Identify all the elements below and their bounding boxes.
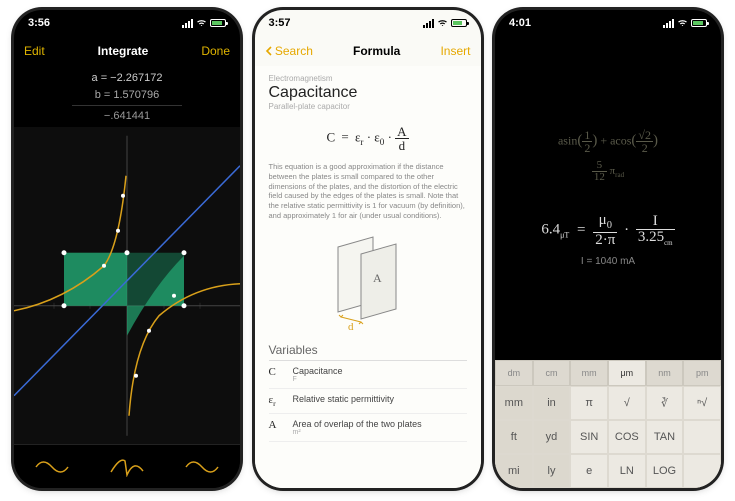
signal-icon [182,19,193,28]
wave-icon[interactable] [35,457,69,477]
svg-text:A: A [373,271,382,285]
wave-icon[interactable] [185,457,219,477]
done-button[interactable]: Done [201,44,230,58]
var-symbol: A [269,419,293,436]
battery-icon [210,19,226,27]
formula-content[interactable]: Electromagnetism Capacitance Parallel-pl… [255,66,481,488]
value-a: a = −2.267172 [14,70,240,87]
clock: 4:01 [509,17,531,29]
subheading: Parallel-plate capacitor [269,102,467,111]
key-ft[interactable]: ft [495,420,533,454]
page-title: Integrate [98,44,149,58]
status-icons [423,19,467,28]
tab-mm[interactable]: mm [570,360,608,386]
bottom-toolbar [14,444,240,488]
status-bar: 4:01 [495,10,721,36]
var-row[interactable]: A Area of overlap of the two platesm² [269,414,467,442]
status-bar: 3:57 [255,10,481,36]
tab-pm[interactable]: pm [683,360,721,386]
wifi-icon [437,19,448,27]
keypad: dm cm mm μm nm pm mm in π √ ∛ ⁿ√ ft yd S… [495,360,721,488]
back-button[interactable]: Search [265,44,313,58]
key-tan[interactable]: TAN [646,420,684,454]
key-mi[interactable]: mi [495,454,533,488]
screen-integrate: 3:56 Edit Integrate Done a = −2.267172 b… [14,10,240,488]
var-row[interactable]: εr Relative static permittivity [269,389,467,414]
key-mm[interactable]: mm [495,386,533,420]
clock: 3:57 [269,17,291,29]
expr-history: asin(12) + acos(√22) [558,129,658,154]
category: Electromagnetism [269,74,467,83]
integration-values: a = −2.267172 b = 1.570796 −.641441 [14,66,240,127]
key-yd[interactable]: yd [533,420,571,454]
key-cos[interactable]: COS [608,420,646,454]
formula-display: C = εr · ε0 · Ad [269,111,467,162]
status-icons [663,19,707,28]
screen-calculator: 4:01 asin(12) + acos(√22) 512 πrad 6.4μT… [495,10,721,488]
expr-current: 6.4μT = μ02·π · I3.25cm [541,213,674,248]
navbar: Search Formula Insert [255,36,481,66]
value-result: −.641441 [14,106,240,125]
key-e[interactable]: e [570,454,608,488]
heading: Capacitance [269,84,467,102]
key-nroot[interactable]: ⁿ√ [683,386,721,420]
graph-canvas[interactable] [14,127,240,445]
key-pi[interactable]: π [570,386,608,420]
navbar: Edit Integrate Done [14,36,240,66]
tab-dm[interactable]: dm [495,360,533,386]
variables-heading: Variables [269,343,467,361]
wifi-icon [196,19,207,27]
page-title: Formula [353,44,400,58]
key-log[interactable]: LOG [646,454,684,488]
screen-formula: 3:57 Search Formula Insert Electromagnet… [255,10,481,488]
signal-icon [423,19,434,28]
value-b: b = 1.570796 [72,87,182,107]
insert-button[interactable]: Insert [440,44,470,58]
var-symbol: C [269,366,293,383]
key-cbrt[interactable]: ∛ [646,386,684,420]
display-area[interactable]: asin(12) + acos(√22) 512 πrad 6.4μT = μ0… [495,36,721,360]
battery-icon [691,19,707,27]
key-ln[interactable]: LN [608,454,646,488]
var-symbol: εr [269,394,293,408]
key-in[interactable]: in [533,386,571,420]
battery-icon [451,19,467,27]
tab-um[interactable]: μm [608,360,646,386]
svg-text:d: d [348,321,354,332]
signal-icon [663,19,674,28]
key-sin[interactable]: SIN [570,420,608,454]
unit-tabs: dm cm mm μm nm pm [495,360,721,386]
key-grid: mm in π √ ∛ ⁿ√ ft yd SIN COS TAN mi ly e… [495,386,721,488]
clock: 3:56 [28,17,50,29]
key-sqrt[interactable]: √ [608,386,646,420]
expr-result-prev: 512 πrad [592,160,624,183]
var-row[interactable]: C CapacitanceF [269,361,467,389]
status-bar: 3:56 [14,10,240,36]
tab-cm[interactable]: cm [533,360,571,386]
key-blank[interactable] [683,420,721,454]
description: This equation is a good approximation if… [269,162,467,221]
status-icons [182,19,226,28]
key-ly[interactable]: ly [533,454,571,488]
edit-button[interactable]: Edit [24,44,45,58]
expr-subline: I = 1040 mA [581,256,635,267]
wifi-icon [677,19,688,27]
key-blank[interactable] [683,454,721,488]
capacitor-diagram: A d [269,227,467,337]
tab-nm[interactable]: nm [646,360,684,386]
wave-cusp-icon[interactable] [110,457,144,477]
